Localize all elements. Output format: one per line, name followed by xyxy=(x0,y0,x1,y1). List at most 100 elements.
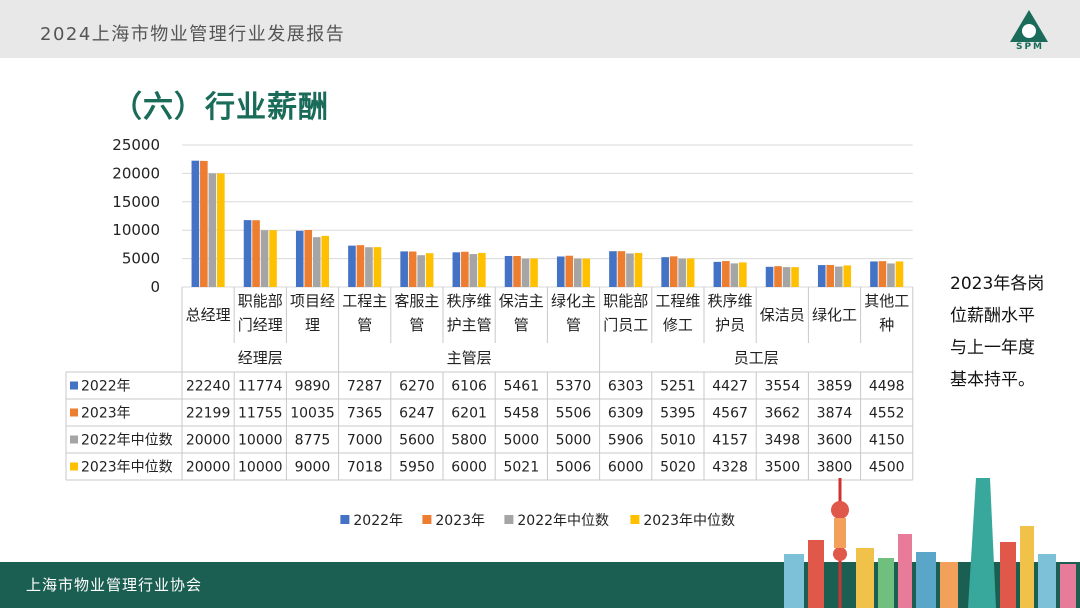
table-value: 5021 xyxy=(503,460,539,476)
table-series-key xyxy=(70,409,78,417)
bar xyxy=(453,252,461,287)
category-label: 管 xyxy=(514,316,529,334)
table-value: 20000 xyxy=(186,433,231,449)
bar xyxy=(513,256,521,287)
legend-swatch xyxy=(504,515,513,524)
category-label: 秩序维 xyxy=(447,292,492,310)
side-note-line: 2023年各岗 xyxy=(950,268,1062,300)
table-value: 5000 xyxy=(503,433,539,449)
table-value: 5370 xyxy=(556,379,592,395)
side-note-line: 与上一年度 xyxy=(950,332,1062,364)
bar xyxy=(661,257,669,287)
bar xyxy=(879,261,887,287)
side-note: 2023年各岗 位薪酬水平 与上一年度 基本持平。 xyxy=(950,268,1062,396)
category-label: 职能部 xyxy=(603,292,648,310)
category-label: 保洁员 xyxy=(760,306,805,324)
bar xyxy=(678,259,686,287)
group-label: 主管层 xyxy=(447,349,492,367)
table-value: 11774 xyxy=(238,379,283,395)
bar xyxy=(722,261,730,287)
table-value: 6201 xyxy=(451,406,487,422)
group-label: 经理层 xyxy=(238,349,283,367)
table-value: 4427 xyxy=(712,379,748,395)
table-value: 7365 xyxy=(347,406,383,422)
category-label: 工程主 xyxy=(342,292,387,310)
legend-label: 2022年中位数 xyxy=(517,513,609,529)
legend-swatch xyxy=(630,515,639,524)
table-value: 5906 xyxy=(608,433,644,449)
category-label: 管 xyxy=(566,316,581,334)
y-tick-label: 20000 xyxy=(112,164,160,182)
category-label: 绿化主 xyxy=(551,292,596,310)
bar xyxy=(574,259,582,287)
bar xyxy=(478,253,486,287)
table-value: 4157 xyxy=(712,433,748,449)
table-value: 5251 xyxy=(660,379,696,395)
table-value: 3554 xyxy=(764,379,800,395)
table-series-label: 2022年中位数 xyxy=(81,433,173,449)
bar xyxy=(252,220,260,287)
bar xyxy=(470,254,478,287)
bar xyxy=(565,256,573,287)
bar xyxy=(217,173,225,287)
table-value: 20000 xyxy=(186,460,231,476)
category-label: 管 xyxy=(409,316,424,334)
footer-org: 上海市物业管理行业协会 xyxy=(26,574,202,595)
category-label: 项目经 xyxy=(290,292,335,310)
category-label: 门经理 xyxy=(238,316,283,334)
y-tick-label: 5000 xyxy=(122,250,160,268)
table-value: 5506 xyxy=(556,406,592,422)
category-label: 总经理 xyxy=(186,306,231,324)
bar xyxy=(296,231,304,287)
table-value: 10035 xyxy=(290,406,335,422)
category-label: 理 xyxy=(305,316,320,334)
table-value: 6106 xyxy=(451,379,487,395)
table-series-label: 2023年中位数 xyxy=(81,460,173,476)
y-tick-label: 25000 xyxy=(112,136,160,154)
legend-swatch xyxy=(340,515,349,524)
bar xyxy=(304,230,312,287)
city-skyline-illustration xyxy=(770,470,1080,608)
table-value: 3600 xyxy=(817,433,853,449)
table-value: 3874 xyxy=(817,406,853,422)
category-label: 门员工 xyxy=(603,316,648,334)
y-tick-label: 15000 xyxy=(112,193,160,211)
table-value: 4498 xyxy=(869,379,905,395)
bar xyxy=(783,267,791,287)
side-note-line: 位薪酬水平 xyxy=(950,300,1062,332)
bar xyxy=(313,237,321,287)
table-value: 4567 xyxy=(712,406,748,422)
table-value: 5458 xyxy=(503,406,539,422)
bar xyxy=(269,230,277,287)
table-value: 5010 xyxy=(660,433,696,449)
bar xyxy=(409,252,417,287)
table-value: 5600 xyxy=(399,433,435,449)
bar xyxy=(244,220,252,287)
table-value: 4150 xyxy=(869,433,905,449)
table-value: 5000 xyxy=(556,433,592,449)
bar xyxy=(461,252,469,287)
group-label: 员工层 xyxy=(734,349,779,367)
table-series-key xyxy=(70,382,78,390)
bar xyxy=(417,255,425,287)
bar xyxy=(505,256,513,287)
side-note-line: 基本持平。 xyxy=(950,364,1062,396)
bar xyxy=(192,161,200,287)
bar xyxy=(261,230,269,287)
y-tick-label: 10000 xyxy=(112,221,160,239)
bar xyxy=(791,267,799,287)
bar xyxy=(670,256,678,287)
table-value: 5395 xyxy=(660,406,696,422)
bar xyxy=(530,258,538,287)
bar xyxy=(896,261,904,287)
bar xyxy=(766,267,774,287)
table-value: 6309 xyxy=(608,406,644,422)
table-value: 9890 xyxy=(295,379,331,395)
table-value: 6000 xyxy=(451,460,487,476)
table-value: 5800 xyxy=(451,433,487,449)
category-label: 修工 xyxy=(663,316,693,334)
bar xyxy=(835,267,843,287)
bar xyxy=(843,265,851,287)
table-value: 9000 xyxy=(295,460,331,476)
bar xyxy=(739,262,747,287)
